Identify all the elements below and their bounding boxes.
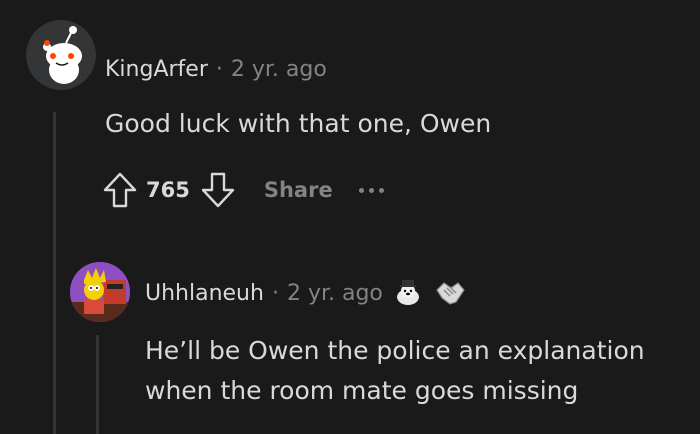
upvote-arrow-icon xyxy=(103,172,137,208)
comment-thread: KingArfer · 2 yr. ago Good luck with tha… xyxy=(0,0,700,434)
meta-separator: · xyxy=(271,280,279,306)
downvote-arrow-icon xyxy=(201,172,235,208)
reply-body-line: when the room mate goes missing xyxy=(145,376,579,405)
thread-collapse-line[interactable] xyxy=(53,112,56,434)
timestamp-link[interactable]: 2 yr. ago xyxy=(231,57,327,82)
username-link[interactable]: Uhhlaneuh xyxy=(145,281,264,306)
snoo-avatar-icon[interactable] xyxy=(26,20,96,90)
username-link[interactable]: KingArfer xyxy=(105,57,208,82)
share-button[interactable]: Share xyxy=(264,178,333,202)
handshake-award-icon[interactable] xyxy=(433,276,467,310)
reply-body-line: He’ll be Owen the police an explanation xyxy=(145,336,645,365)
reply-meta: Uhhlaneuh · 2 yr. ago xyxy=(145,276,467,310)
timestamp-link[interactable]: 2 yr. ago xyxy=(287,281,383,306)
meta-separator: · xyxy=(215,56,223,82)
wholesome-seal-award-icon[interactable] xyxy=(391,276,425,310)
reply-thread-collapse-line[interactable] xyxy=(96,335,99,434)
downvote-button[interactable] xyxy=(196,168,240,212)
vote-score: 765 xyxy=(146,178,190,202)
reply-body: He’ll be Owen the police an explanation … xyxy=(145,331,695,411)
more-options-icon[interactable] xyxy=(358,187,384,193)
comment-body: Good luck with that one, Owen xyxy=(105,109,492,138)
comment-meta: KingArfer · 2 yr. ago xyxy=(105,52,327,86)
comment-actions: 765 Share xyxy=(98,168,384,212)
lisa-simpson-avatar-icon[interactable] xyxy=(70,262,130,322)
upvote-button[interactable] xyxy=(98,168,142,212)
